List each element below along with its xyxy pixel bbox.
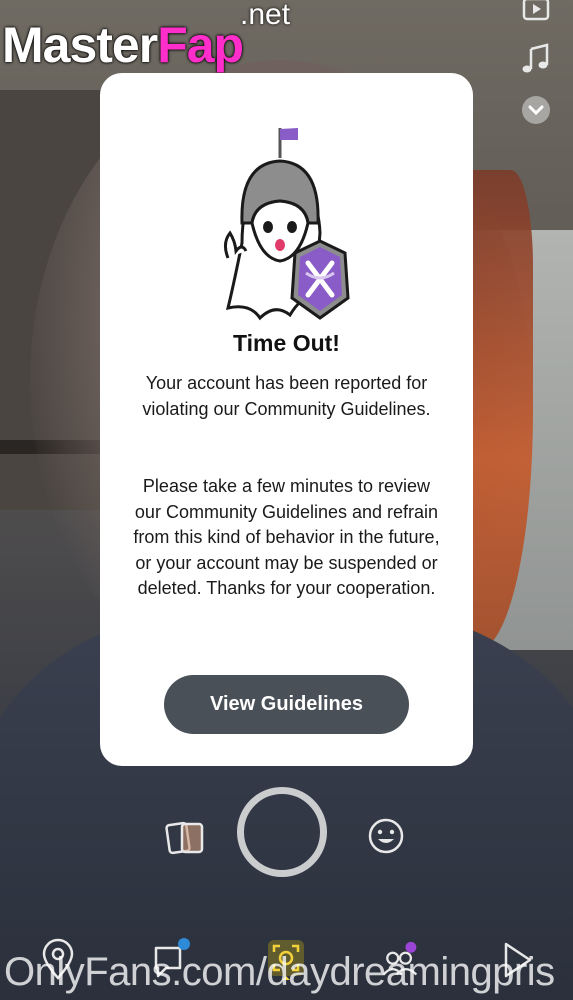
- dialog-message-reported: Your account has been reported for viola…: [142, 373, 431, 419]
- shutter-button[interactable]: [237, 787, 327, 877]
- watermark-master: Master: [2, 17, 158, 73]
- memories-icon[interactable]: [165, 818, 205, 858]
- ghost-guard-mascot-icon: [223, 128, 350, 321]
- video-icon[interactable]: [519, 0, 553, 26]
- dialog-title: Time Out!: [233, 330, 340, 356]
- site-watermark: .net MasterFap: [2, 0, 312, 80]
- view-guidelines-button[interactable]: View Guidelines: [164, 675, 409, 734]
- onlyfans-watermark: OnlyFans.com/daydreamingpris: [4, 950, 555, 994]
- chevron-down-icon[interactable]: [519, 93, 553, 127]
- music-note-icon[interactable]: [519, 42, 553, 76]
- watermark-logo: MasterFap: [2, 16, 244, 74]
- lens-smiley-icon[interactable]: [367, 817, 405, 855]
- watermark-fap: Fap: [157, 17, 244, 73]
- watermark-net: .net: [240, 0, 291, 31]
- timeout-dialog: Time Out! Your account has been reported…: [100, 73, 473, 766]
- dialog-message-instructions: Please take a few minutes to review our …: [133, 476, 440, 598]
- camera-controls: [0, 780, 573, 890]
